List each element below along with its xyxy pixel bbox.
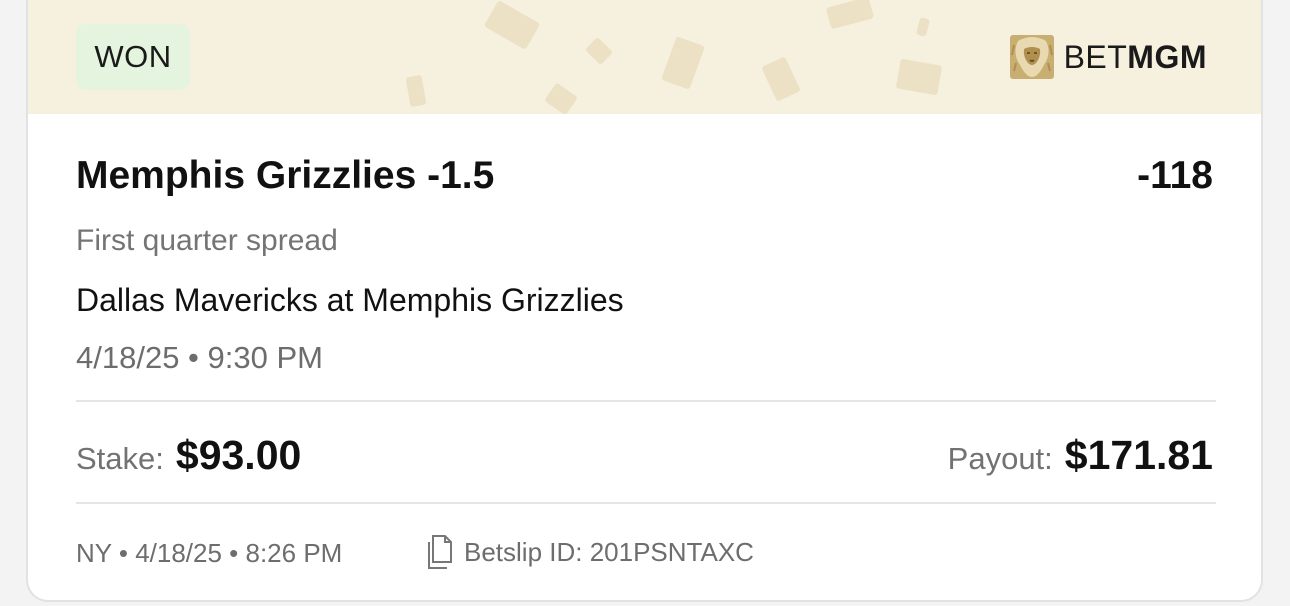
payout: Payout: $171.81 — [948, 432, 1213, 479]
payout-value: $171.81 — [1064, 432, 1213, 478]
confetti-decoration — [544, 82, 578, 114]
confetti-decoration — [661, 36, 705, 90]
bet-selection: Memphis Grizzlies -1.5 — [76, 154, 495, 197]
bet-market: First quarter spread — [76, 224, 338, 257]
divider — [76, 400, 1216, 402]
brand-logo: BETMGM — [1008, 32, 1207, 82]
event-time: 4/18/25 • 9:30 PM — [76, 340, 323, 375]
card-header: WON BETMGM — [28, 0, 1261, 114]
copy-document-icon[interactable] — [424, 534, 454, 570]
divider — [76, 502, 1216, 504]
event-name: Dallas Mavericks at Memphis Grizzlies — [76, 282, 624, 318]
confetti-decoration — [405, 74, 427, 108]
confetti-decoration — [895, 58, 943, 96]
confetti-decoration — [761, 56, 801, 102]
placed-info: NY • 4/18/25 • 8:26 PM — [76, 538, 343, 568]
stake-label: Stake: — [76, 441, 164, 476]
payout-label: Payout: — [947, 441, 1053, 476]
status-badge: WON — [76, 24, 190, 90]
brand-name: BETMGM — [1064, 39, 1207, 76]
confetti-decoration — [825, 0, 875, 30]
confetti-decoration — [915, 17, 931, 37]
lion-logo-icon — [1009, 35, 1054, 79]
betslip-id-copy[interactable]: Betslip ID: 201PSNTAXC — [424, 534, 754, 570]
bet-odds: -118 — [1137, 154, 1213, 197]
brand-name-bold: MGM — [1127, 38, 1207, 75]
stake: Stake: $93.00 — [76, 432, 301, 479]
bet-card[interactable]: WON BETMGM Memphis Grizzlies -1.5 -118 F… — [26, 0, 1263, 602]
betslip-id: Betslip ID: 201PSNTAXC — [464, 536, 754, 567]
brand-name-light: BET — [1063, 38, 1128, 75]
stake-value: $93.00 — [175, 432, 302, 478]
confetti-decoration — [483, 0, 541, 50]
confetti-decoration — [584, 36, 614, 66]
